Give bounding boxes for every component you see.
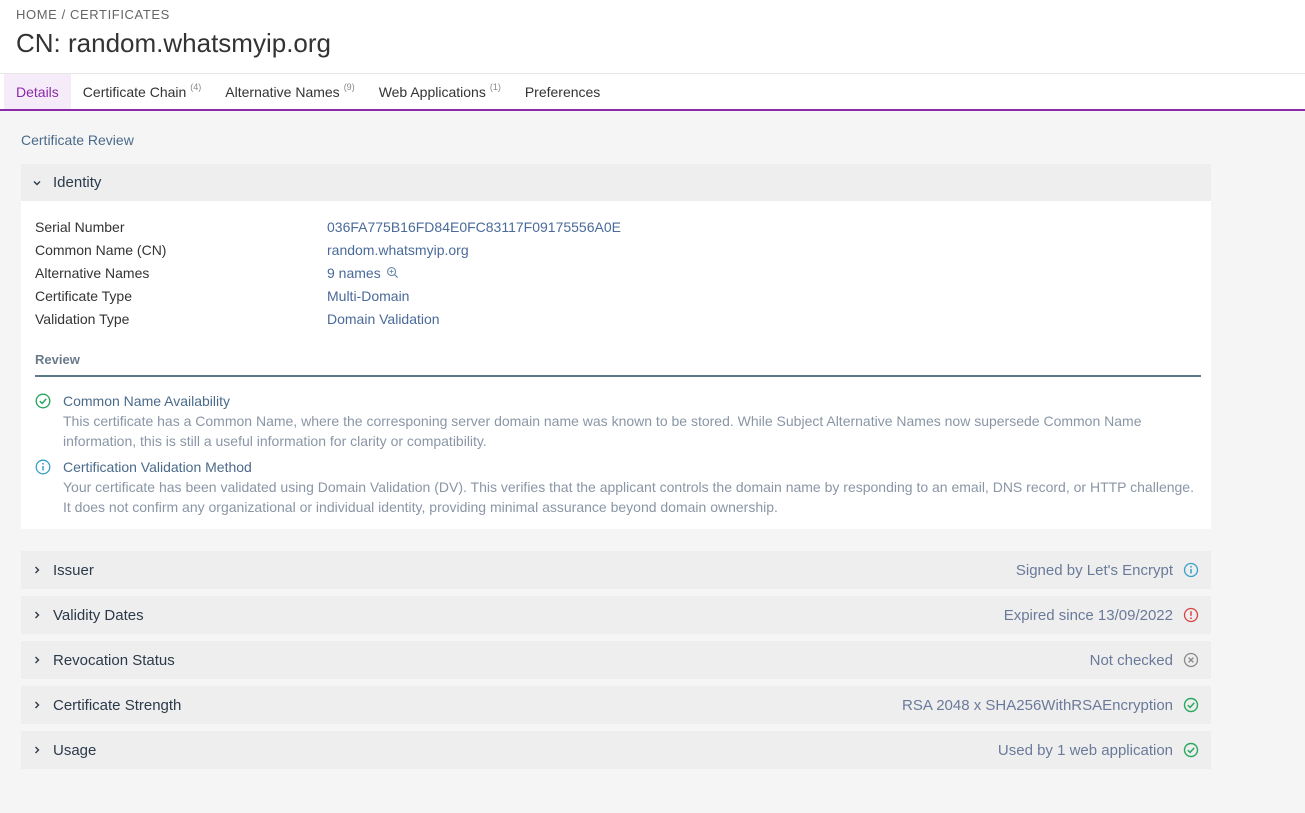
main-content: Certificate Review Identity Serial Numbe…: [0, 132, 1211, 769]
panel-label: Validity Dates: [53, 606, 144, 624]
tab-preferences[interactable]: Preferences: [513, 74, 612, 109]
check-circle-icon: [35, 391, 63, 451]
tab-alternative-names[interactable]: Alternative Names (9): [213, 74, 366, 109]
identity-row-certificate-type: Certificate Type Multi-Domain: [35, 284, 1201, 307]
section-title: Certificate Review: [21, 132, 134, 148]
revocation-status-panel[interactable]: Revocation Status Not checked: [21, 641, 1211, 679]
info-circle-icon: [1183, 562, 1199, 578]
issuer-panel[interactable]: Issuer Signed by Let's Encrypt: [21, 551, 1211, 589]
identity-row-common-name: Common Name (CN) random.whatsmyip.org: [35, 238, 1201, 261]
panel-status: Not checked: [1089, 651, 1173, 669]
usage-panel[interactable]: Usage Used by 1 web application: [21, 731, 1211, 769]
panel-label: Revocation Status: [53, 651, 175, 669]
review-item-text: This certificate has a Common Name, wher…: [63, 413, 1142, 449]
chevron-right-icon: [29, 565, 45, 575]
identity-panel-header[interactable]: Identity: [21, 164, 1211, 201]
page-title: CN: random.whatsmyip.org: [16, 28, 331, 58]
certificate-strength-panel[interactable]: Certificate Strength RSA 2048 x SHA256Wi…: [21, 686, 1211, 724]
panel-label: Usage: [53, 741, 97, 759]
identity-row-alternative-names: Alternative Names 9 names: [35, 261, 1201, 284]
review-item-text: Your certificate has been validated usin…: [63, 479, 1194, 515]
chevron-right-icon: [29, 610, 45, 620]
panel-status: Expired since 13/09/2022: [1003, 606, 1173, 624]
review-heading: Review: [35, 352, 1201, 377]
review-item: Certification Validation Method Your cer…: [35, 457, 1201, 517]
identity-panel-body: Serial Number 036FA775B16FD84E0FC83117F0…: [21, 201, 1211, 529]
alert-circle-icon: [1183, 607, 1199, 623]
row-value-link[interactable]: 9 names: [327, 265, 399, 281]
identity-row-serial: Serial Number 036FA775B16FD84E0FC83117F0…: [35, 215, 1201, 238]
row-key: Common Name (CN): [35, 241, 167, 258]
row-value: 036FA775B16FD84E0FC83117F09175556A0E: [327, 218, 621, 235]
page-header: HOME / CERTIFICATES CN: random.whatsmyip…: [0, 0, 1305, 74]
tab-label: Details: [16, 83, 59, 100]
tab-certificate-chain[interactable]: Certificate Chain (4): [71, 74, 214, 109]
chevron-down-icon: [29, 178, 45, 188]
identity-panel: Identity Serial Number 036FA775B16FD84E0…: [21, 164, 1211, 529]
tab-web-applications[interactable]: Web Applications (1): [367, 74, 513, 109]
identity-panel-title: Identity: [53, 174, 102, 191]
row-value: Multi-Domain: [327, 287, 410, 304]
chevron-right-icon: [29, 655, 45, 665]
alt-names-link[interactable]: 9 names: [327, 265, 381, 281]
row-key: Validation Type: [35, 310, 130, 327]
row-key: Certificate Type: [35, 287, 133, 304]
row-value: random.whatsmyip.org: [327, 241, 469, 258]
tab-label: Alternative Names: [225, 83, 340, 100]
zoom-in-icon[interactable]: [386, 266, 399, 279]
tab-label: Certificate Chain: [82, 83, 187, 100]
tab-count: (9): [343, 81, 355, 92]
chevron-right-icon: [29, 700, 45, 710]
info-circle-icon: [35, 457, 63, 517]
row-key: Serial Number: [35, 218, 125, 235]
panel-status: Signed by Let's Encrypt: [1015, 561, 1173, 579]
tab-label: Web Applications: [378, 83, 486, 100]
panel-status: Used by 1 web application: [997, 741, 1173, 759]
row-key: Alternative Names: [35, 264, 150, 281]
tab-bar: Details Certificate Chain (4) Alternative…: [0, 74, 1305, 111]
validity-dates-panel[interactable]: Validity Dates Expired since 13/09/2022: [21, 596, 1211, 634]
panel-label: Certificate Strength: [53, 696, 182, 714]
identity-row-validation-type: Validation Type Domain Validation: [35, 307, 1201, 330]
panel-status: RSA 2048 x SHA256WithRSAEncryption: [902, 696, 1173, 714]
tab-details[interactable]: Details: [4, 74, 71, 109]
breadcrumb[interactable]: HOME / CERTIFICATES: [16, 7, 1289, 22]
panel-label: Issuer: [53, 561, 94, 579]
row-value: Domain Validation: [327, 310, 440, 327]
check-circle-icon: [1183, 742, 1199, 758]
tab-count: (4): [190, 81, 202, 92]
chevron-right-icon: [29, 745, 45, 755]
tab-count: (1): [489, 81, 501, 92]
review-item-title: Common Name Availability: [63, 393, 231, 409]
review-item: Common Name Availability This certificat…: [35, 391, 1201, 451]
tab-label: Preferences: [524, 83, 601, 100]
x-circle-icon: [1183, 652, 1199, 668]
review-item-title: Certification Validation Method: [63, 459, 252, 475]
check-circle-icon: [1183, 697, 1199, 713]
